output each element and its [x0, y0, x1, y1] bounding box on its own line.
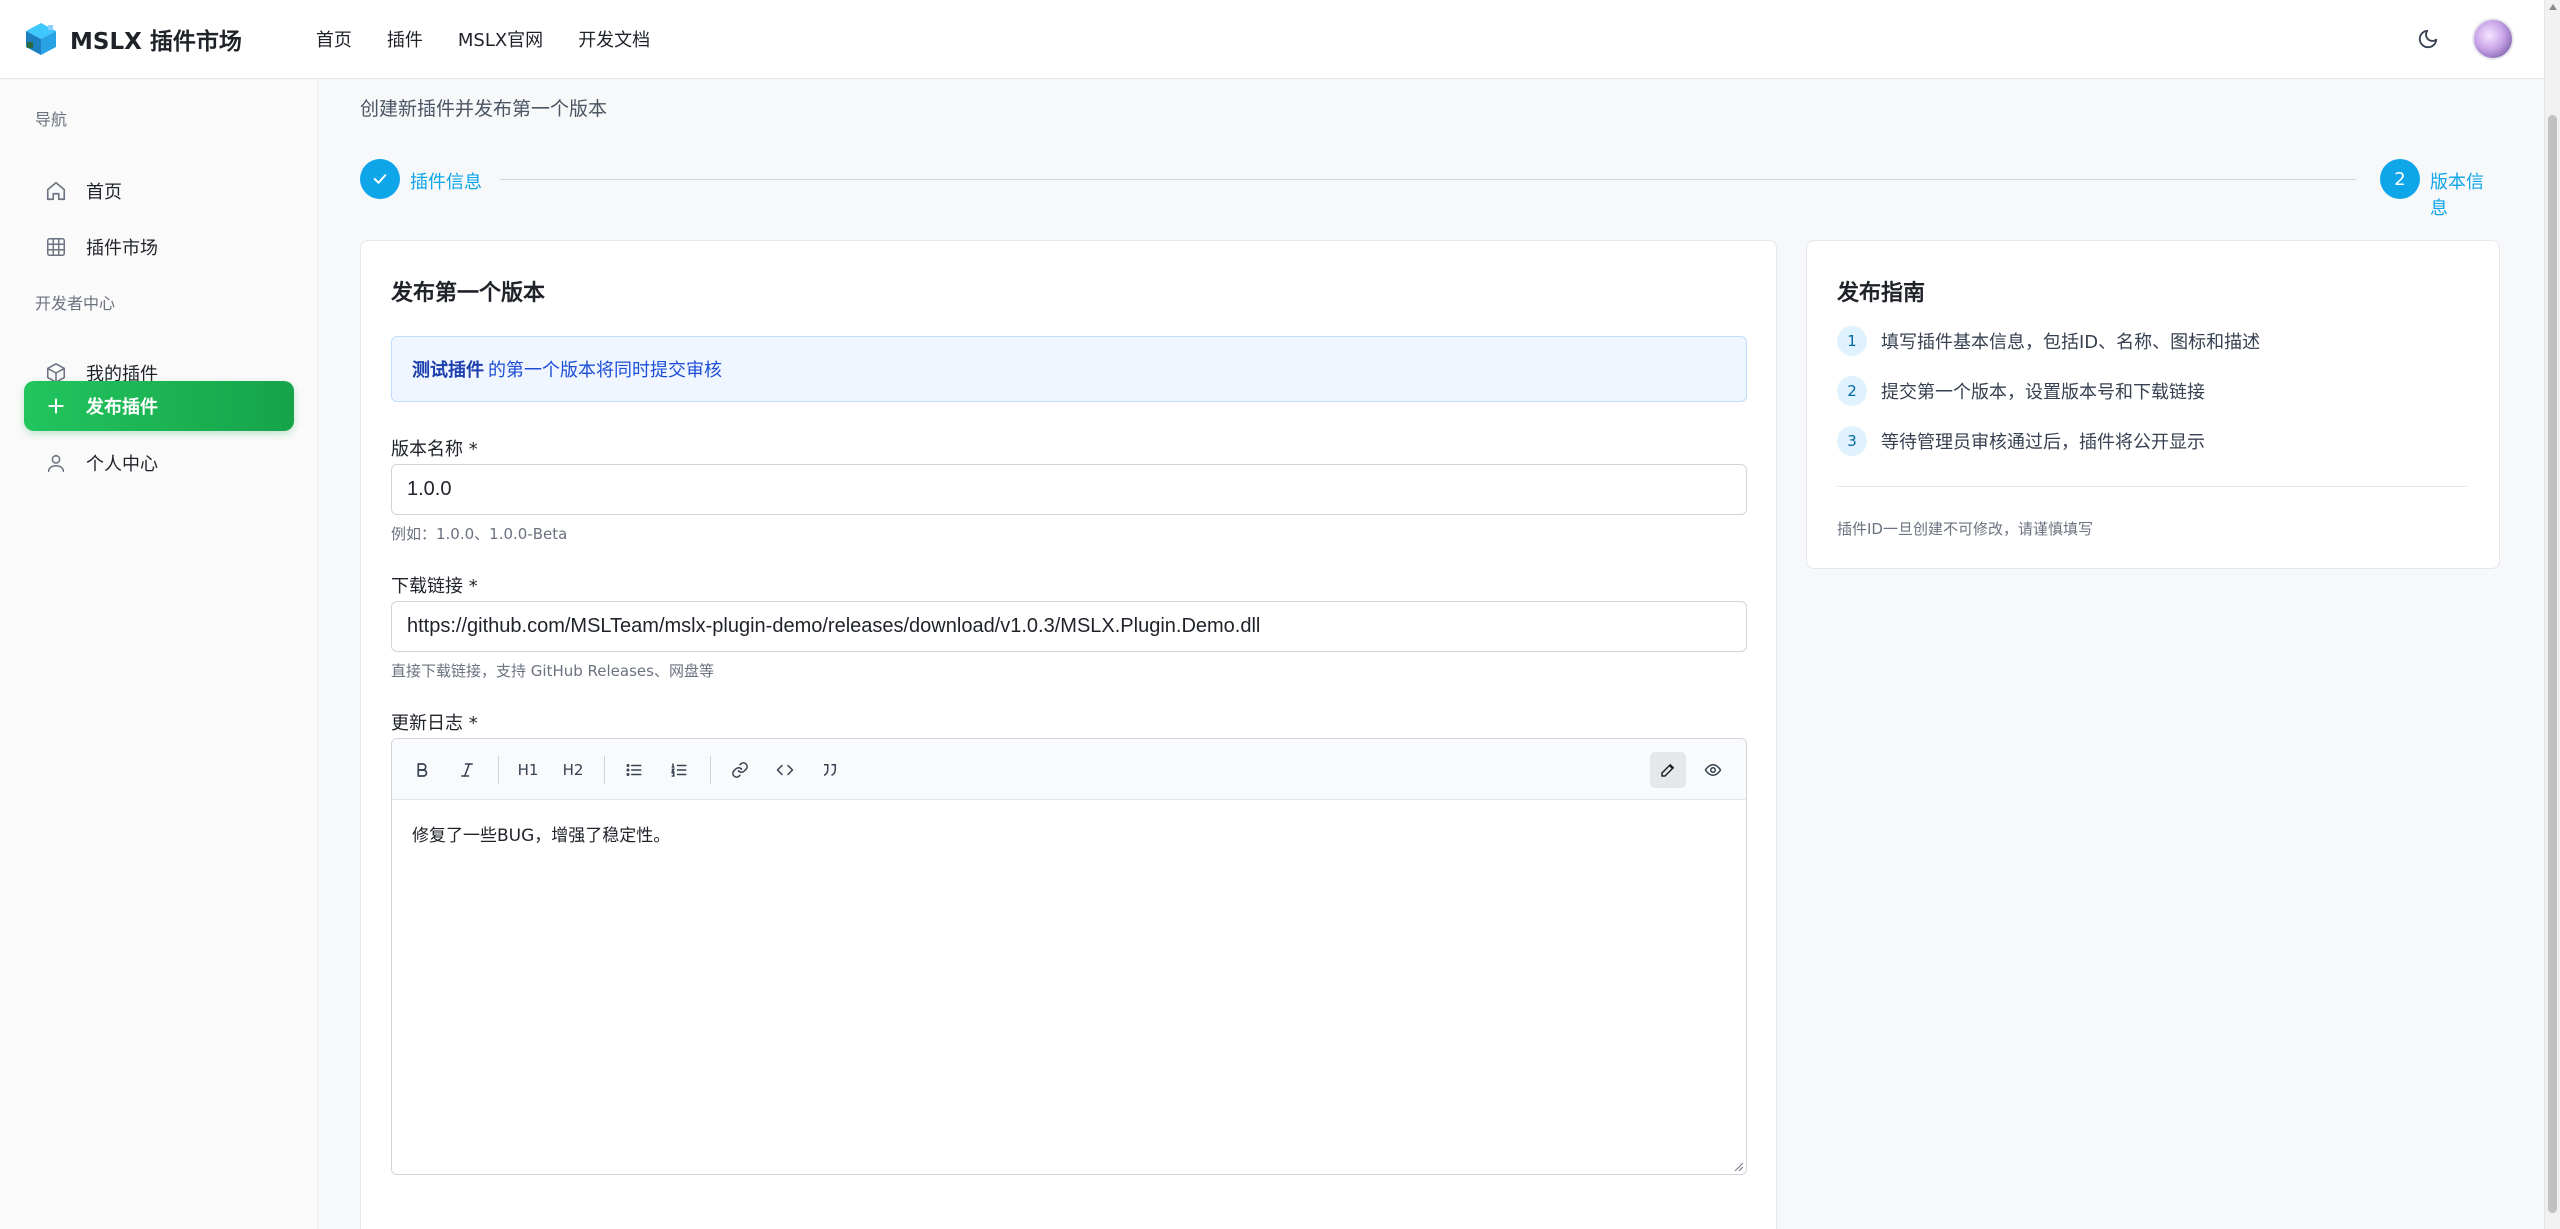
card-title: 发布第一个版本 [391, 281, 546, 306]
grid-icon [44, 235, 68, 259]
guide-step-3: 3 等待管理员审核通过后，插件将公开显示 [1837, 426, 2205, 456]
version-name-label: 版本名称 * [391, 439, 478, 460]
italic-icon [461, 763, 473, 777]
scroll-up-arrow-icon[interactable] [2549, 4, 2557, 10]
page-scrollbar[interactable] [2544, 0, 2560, 1229]
sidebar: 导航 首页 插件市场 开发者中心 我的插件 发布插件 个人中心 [0, 80, 318, 1229]
nav-dev-docs[interactable]: 开发文档 [578, 26, 650, 52]
quote-icon [823, 764, 836, 776]
nav-mslx-site[interactable]: MSLX官网 [458, 26, 543, 52]
download-link-label: 下载链接 * [391, 576, 478, 597]
code-button[interactable] [767, 752, 803, 788]
cube-logo-icon [22, 20, 60, 58]
bold-button[interactable] [404, 752, 440, 788]
step-2-current: 2 [2380, 159, 2420, 199]
sidebar-item-label: 发布插件 [86, 397, 158, 418]
sidebar-item-profile[interactable]: 个人中心 [24, 438, 294, 488]
home-icon [44, 179, 68, 203]
top-right-actions [2408, 18, 2514, 60]
ordered-list-icon [670, 763, 687, 777]
heading-2-button[interactable]: H2 [555, 752, 591, 788]
guide-step-number: 3 [1837, 426, 1867, 456]
eye-icon [1704, 763, 1722, 777]
bold-icon [417, 763, 428, 777]
brand[interactable]: MSLX 插件市场 [22, 20, 242, 58]
resize-handle-icon[interactable] [1733, 1161, 1743, 1171]
sidebar-item-label: 插件市场 [86, 238, 158, 259]
guide-step-number: 2 [1837, 376, 1867, 406]
editor-toolbar: H1 H2 [392, 739, 1746, 800]
changelog-textarea[interactable] [392, 801, 1746, 1174]
quote-button[interactable] [812, 752, 848, 788]
guide-divider [1837, 486, 2467, 487]
user-icon [44, 451, 68, 475]
plus-icon [44, 394, 68, 418]
guide-step-text: 填写插件基本信息，包括ID、名称、图标和描述 [1881, 332, 2261, 353]
download-link-hint: 直接下载链接，支持 GitHub Releases、网盘等 [391, 662, 714, 680]
link-icon [732, 762, 748, 778]
publish-guide-card: 发布指南 1 填写插件基本信息，包括ID、名称、图标和描述 2 提交第一个版本，… [1806, 240, 2500, 569]
notice-plugin-name: 测试插件 [412, 360, 484, 381]
guide-title: 发布指南 [1837, 281, 1926, 306]
pencil-icon [1661, 764, 1674, 777]
edit-mode-button[interactable] [1650, 752, 1686, 788]
review-notice: 测试插件 的第一个版本将同时提交审核 [391, 336, 1747, 402]
sidebar-section-nav: 导航 [35, 110, 68, 129]
brand-title: MSLX 插件市场 [70, 29, 242, 55]
top-nav-links: 首页 插件 MSLX官网 开发文档 [316, 26, 685, 52]
sidebar-item-market[interactable]: 插件市场 [24, 222, 294, 272]
guide-step-text: 等待管理员审核通过后，插件将公开显示 [1881, 432, 2205, 453]
italic-button[interactable] [449, 752, 485, 788]
step-1-label: 插件信息 [410, 172, 482, 193]
notice-text: 的第一个版本将同时提交审核 [488, 360, 722, 381]
nav-plugins[interactable]: 插件 [387, 26, 423, 52]
scrollbar-thumb[interactable] [2548, 115, 2557, 1213]
check-icon [373, 174, 387, 184]
sidebar-item-label: 首页 [86, 182, 122, 203]
h1-icon: H1 [517, 761, 539, 779]
markdown-editor: H1 H2 [391, 738, 1747, 1175]
bullet-list-button[interactable] [616, 752, 652, 788]
guide-note: 插件ID一旦创建不可修改，请谨慎填写 [1837, 520, 2093, 538]
sidebar-section-dev: 开发者中心 [35, 294, 116, 313]
guide-step-1: 1 填写插件基本信息，包括ID、名称、图标和描述 [1837, 326, 2260, 356]
nav-home[interactable]: 首页 [316, 26, 352, 52]
toolbar-separator [604, 756, 605, 784]
link-button[interactable] [722, 752, 758, 788]
stepper: 插件信息 2 版本信息 [360, 159, 2500, 219]
preview-mode-button[interactable] [1695, 752, 1731, 788]
toolbar-separator [498, 756, 499, 784]
code-icon [776, 764, 794, 776]
avatar[interactable] [2472, 18, 2514, 60]
guide-step-number: 1 [1837, 326, 1867, 356]
page-subtitle: 创建新插件并发布第一个版本 [360, 98, 608, 120]
download-link-input[interactable] [391, 601, 1747, 652]
top-navbar: MSLX 插件市场 首页 插件 MSLX官网 开发文档 [0, 0, 2544, 79]
version-name-input[interactable] [391, 464, 1747, 515]
step-2-label: 版本信息 [2430, 172, 2484, 219]
step-1-complete [360, 159, 400, 199]
changelog-label: 更新日志 * [391, 713, 478, 734]
ordered-list-button[interactable] [661, 752, 697, 788]
heading-1-button[interactable]: H1 [510, 752, 546, 788]
theme-toggle-button[interactable] [2408, 19, 2448, 59]
sidebar-item-home[interactable]: 首页 [24, 166, 294, 216]
sidebar-item-label: 个人中心 [86, 454, 158, 475]
guide-step-2: 2 提交第一个版本，设置版本号和下载链接 [1837, 376, 2205, 406]
toolbar-separator [710, 756, 711, 784]
bullet-list-icon [626, 764, 642, 776]
publish-version-card: 发布第一个版本 测试插件 的第一个版本将同时提交审核 版本名称 * 例如：1.0… [360, 240, 1777, 1229]
guide-step-text: 提交第一个版本，设置版本号和下载链接 [1881, 382, 2205, 403]
moon-icon [2418, 29, 2438, 49]
h2-icon: H2 [562, 761, 584, 779]
version-name-hint: 例如：1.0.0、1.0.0-Beta [391, 525, 568, 543]
step-connector [500, 179, 2356, 180]
sidebar-item-publish[interactable]: 发布插件 [24, 381, 294, 431]
